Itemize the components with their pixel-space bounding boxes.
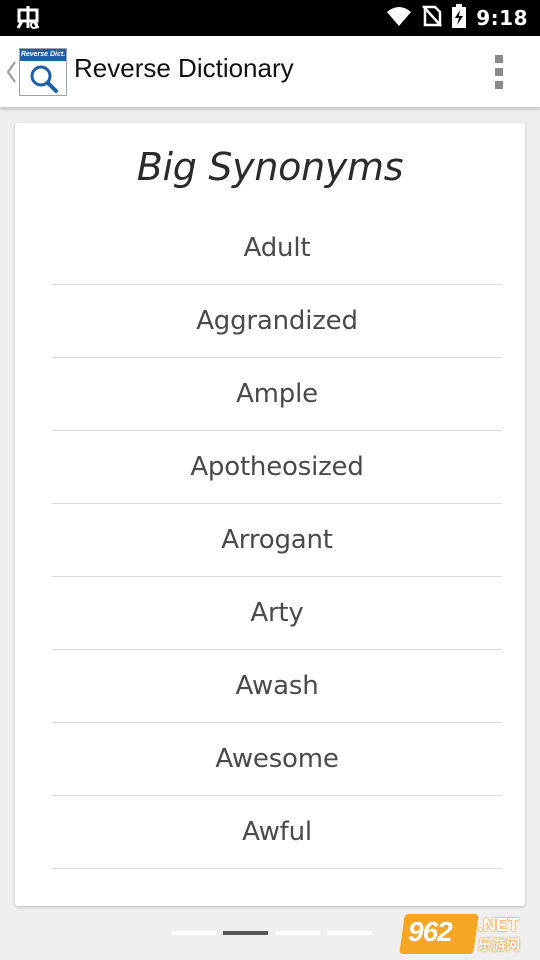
page-dot[interactable] <box>327 931 372 935</box>
battery-charging-icon <box>452 4 467 32</box>
word-item[interactable]: Awesome <box>52 723 502 796</box>
synonyms-card: Big Synonyms Adult Aggrandized Ample Apo… <box>15 123 525 906</box>
word-item[interactable]: Ample <box>52 358 502 431</box>
watermark-number: 962 <box>408 916 453 947</box>
app-title: Reverse Dictionary <box>74 53 294 83</box>
wifi-icon <box>386 6 412 30</box>
page-dot-active[interactable] <box>223 931 268 935</box>
word-item[interactable]: Apotheosized <box>52 431 502 504</box>
overflow-menu-icon[interactable] <box>494 55 504 89</box>
watermark-net: .NET <box>478 915 520 935</box>
word-list: Adult Aggrandized Ample Apotheosized Arr… <box>52 212 502 869</box>
card-title: Big Synonyms <box>136 145 404 189</box>
word-item[interactable]: Awful <box>52 796 502 869</box>
page-dot[interactable] <box>275 931 320 935</box>
word-item[interactable]: Aggrandized <box>52 285 502 358</box>
word-item[interactable]: Arty <box>52 577 502 650</box>
page-indicator <box>171 931 372 935</box>
app-logo[interactable]: Reverse Dict. <box>19 48 67 96</box>
word-item[interactable]: Awash <box>52 650 502 723</box>
no-sim-icon <box>422 5 443 31</box>
word-item[interactable]: Adult <box>52 212 502 285</box>
watermark-logo: 962 .NET 乐游网 <box>399 912 534 956</box>
bug-icon <box>14 6 42 30</box>
status-bar: 9:18 <box>0 0 540 36</box>
app-logo-label: Reverse Dict. <box>20 49 66 61</box>
back-chevron-icon[interactable] <box>4 58 18 86</box>
search-magnifier-icon <box>30 65 58 93</box>
app-bar: Reverse Dict. Reverse Dictionary <box>0 36 540 108</box>
word-item[interactable]: Arrogant <box>52 504 502 577</box>
status-time: 9:18 <box>476 6 528 30</box>
watermark-chinese: 乐游网 <box>478 938 520 954</box>
page-dot[interactable] <box>171 931 216 935</box>
